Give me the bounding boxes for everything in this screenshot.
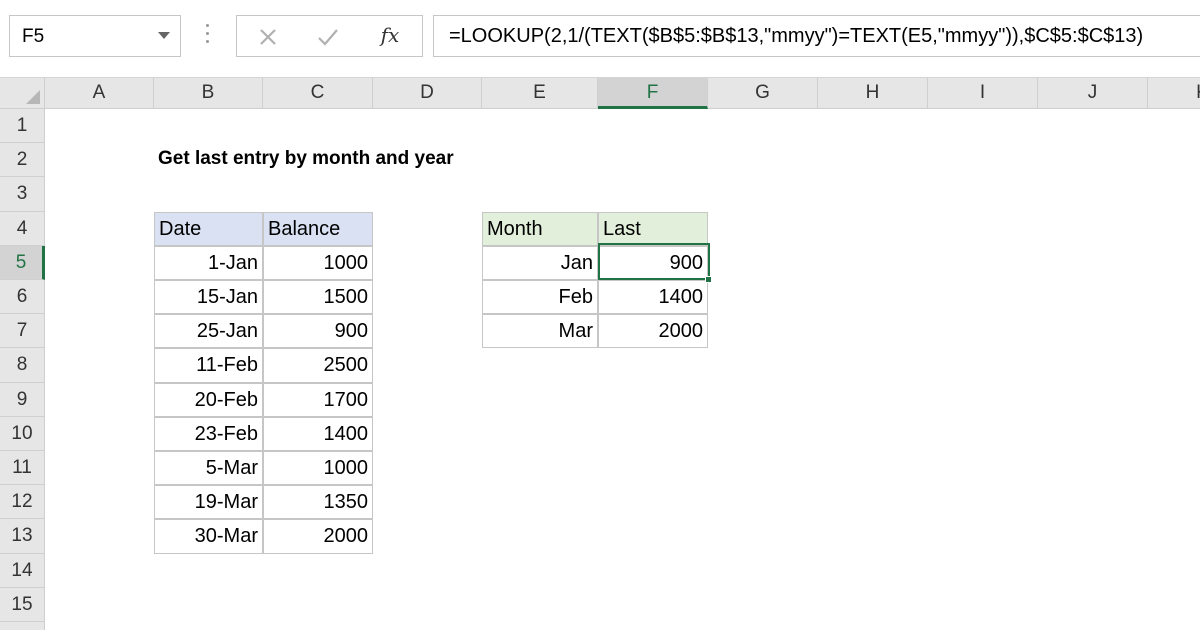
column-header-g[interactable]: G [708,78,818,109]
row-header-16[interactable]: 16 [0,622,45,630]
fill-handle[interactable] [705,276,712,283]
date-cell[interactable]: 11-Feb [154,348,263,383]
last-value-cell[interactable]: 1400 [598,280,708,315]
balance-cell[interactable]: 1350 [263,485,373,520]
spreadsheet-grid: Get last entry by month and year ABCDEFG… [0,78,1200,630]
month-cell[interactable]: Mar [482,314,598,349]
name-box[interactable]: F5 [9,15,181,57]
cancel-icon[interactable] [253,22,283,52]
balance-cell[interactable]: 1000 [263,451,373,486]
insert-function-button[interactable]: fx [375,23,405,53]
last-value-cell[interactable]: 900 [598,245,708,280]
balance-cell[interactable]: 1000 [263,245,373,280]
check-icon[interactable] [313,22,343,52]
column-header-i[interactable]: I [928,78,1038,109]
column-header-b[interactable]: B [154,78,263,109]
balance-cell[interactable]: 1400 [263,416,373,451]
formula-input[interactable]: =LOOKUP(2,1/(TEXT($B$5:$B$13,"mmyy")=TEX… [433,15,1200,57]
formula-bar: F5 fx =LOOKUP(2,1/(TEXT($B$5:$B$13,"mmyy… [0,0,1200,78]
last-value-cell[interactable]: 2000 [598,314,708,349]
date-cell[interactable]: 30-Mar [154,519,263,554]
row-header-10[interactable]: 10 [0,416,45,451]
row-header-12[interactable]: 12 [0,485,45,520]
balance-cell[interactable]: 2500 [263,348,373,383]
select-all-triangle-icon [26,90,40,104]
column-header-j[interactable]: J [1038,78,1148,109]
grip-icon [206,24,210,48]
date-cell[interactable]: 5-Mar [154,451,263,486]
date-cell[interactable]: 19-Mar [154,485,263,520]
result-header-last[interactable]: Last [598,211,708,246]
column-header-h[interactable]: H [818,78,928,109]
row-header-4[interactable]: 4 [0,211,45,246]
date-cell[interactable]: 15-Jan [154,280,263,315]
balance-cell[interactable]: 2000 [263,519,373,554]
select-all-button[interactable] [0,78,45,109]
result-header-month[interactable]: Month [482,211,598,246]
row-header-13[interactable]: 13 [0,519,45,554]
column-header-c[interactable]: C [263,78,373,109]
column-header-k[interactable]: K [1148,78,1200,109]
column-header-d[interactable]: D [373,78,482,109]
row-header-3[interactable]: 3 [0,177,45,212]
row-header-15[interactable]: 15 [0,587,45,622]
date-cell[interactable]: 25-Jan [154,314,263,349]
formula-text: =LOOKUP(2,1/(TEXT($B$5:$B$13,"mmyy")=TEX… [449,25,1144,47]
chevron-down-icon[interactable] [158,32,170,39]
row-header-6[interactable]: 6 [0,280,45,315]
column-header-e[interactable]: E [482,78,598,109]
balance-cell[interactable]: 1700 [263,382,373,417]
balance-cell[interactable]: 900 [263,314,373,349]
name-box-value: F5 [22,26,45,47]
date-cell[interactable]: 1-Jan [154,245,263,280]
month-cell[interactable]: Feb [482,280,598,315]
column-header-a[interactable]: A [45,78,154,109]
date-cell[interactable]: 23-Feb [154,416,263,451]
row-header-2[interactable]: 2 [0,143,45,178]
row-header-5[interactable]: 5 [0,245,45,280]
row-header-9[interactable]: 9 [0,382,45,417]
month-cell[interactable]: Jan [482,245,598,280]
date-cell[interactable]: 20-Feb [154,382,263,417]
balance-cell[interactable]: 1500 [263,280,373,315]
column-header-f[interactable]: F [598,78,708,109]
table-header-balance[interactable]: Balance [263,211,373,246]
row-header-11[interactable]: 11 [0,451,45,486]
row-header-14[interactable]: 14 [0,553,45,588]
row-header-7[interactable]: 7 [0,314,45,349]
row-header-1[interactable]: 1 [0,109,45,144]
sheet-title: Get last entry by month and year [158,148,454,169]
row-header-8[interactable]: 8 [0,348,45,383]
formula-buttons: fx [236,15,423,57]
table-header-date[interactable]: Date [154,211,263,246]
